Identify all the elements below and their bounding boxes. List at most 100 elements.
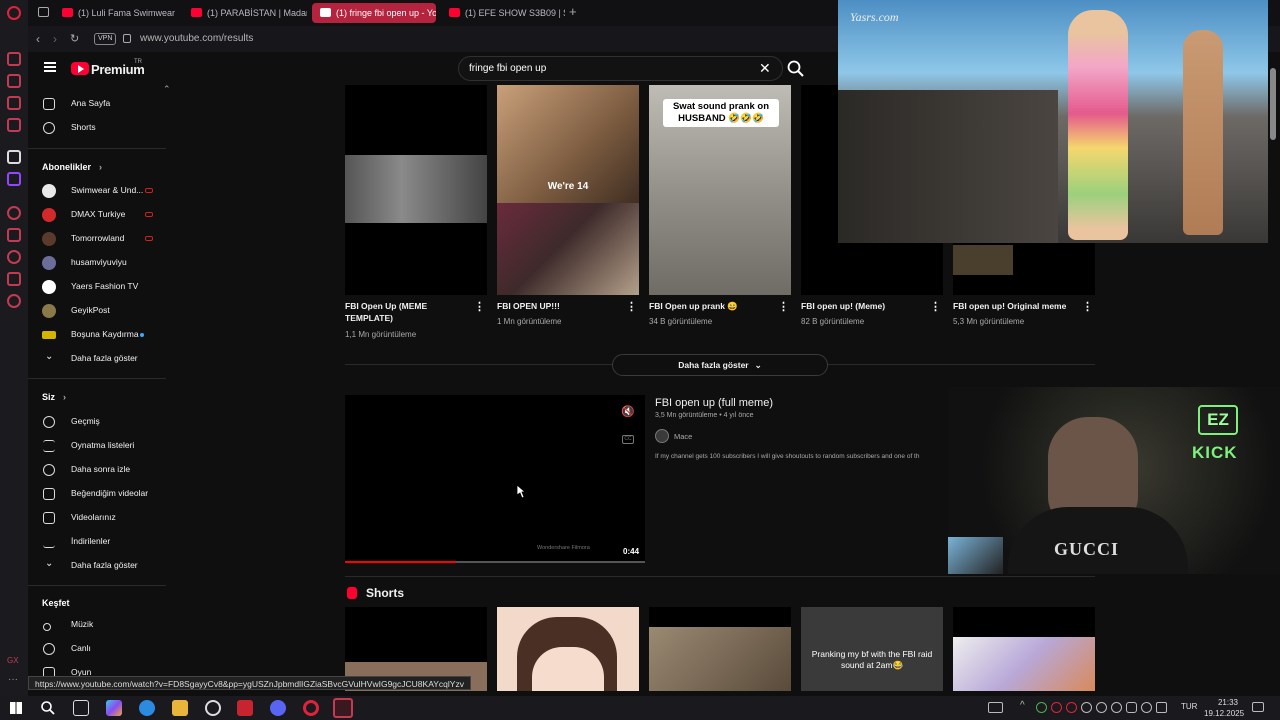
youtube-logo-icon[interactable] <box>71 62 89 75</box>
url-field[interactable]: www.youtube.com/results <box>140 33 253 44</box>
captions-icon[interactable]: CC <box>622 435 634 444</box>
tab-1[interactable]: (1) Luli Fama Swimwear F... <box>54 3 178 23</box>
video-title[interactable]: FBI open up (full meme) <box>655 397 773 409</box>
sidebar-sub-swimwear[interactable]: Swimwear & Und... <box>28 180 166 202</box>
task-view-icon[interactable] <box>73 700 89 716</box>
shorts-thumbnail-4[interactable]: Pranking my bf with the FBI raid sound a… <box>801 607 943 691</box>
lock-icon[interactable] <box>123 34 131 43</box>
app-tray-icon[interactable] <box>1111 702 1122 713</box>
sidebar-item-liked[interactable]: Beğendiğim videolar <box>28 483 166 505</box>
volume-icon[interactable] <box>1156 702 1167 713</box>
windows-start-icon[interactable] <box>10 702 22 714</box>
sidebar-item-live[interactable]: Canlı <box>28 638 166 660</box>
opera-gx-icon[interactable] <box>333 698 353 718</box>
forward-icon[interactable]: › <box>53 32 57 46</box>
sidebar-item-gaming[interactable]: Oyun <box>28 662 166 676</box>
more-dots-icon[interactable]: ··· <box>8 674 18 685</box>
channel-avatar[interactable] <box>655 429 669 443</box>
search-icon[interactable] <box>40 700 56 716</box>
short-thumbnail-2[interactable]: We're 14 <box>497 85 639 295</box>
search-icon[interactable] <box>786 59 806 79</box>
subscriptions-heading[interactable]: Abonelikler › <box>42 162 102 172</box>
player-icon[interactable] <box>7 150 21 164</box>
short-title-3[interactable]: FBI Open up prank 😄 <box>649 300 774 312</box>
tray-chevron-icon[interactable]: ^ <box>1020 700 1025 711</box>
tab-4[interactable]: (1) EFE SHOW S3B09 | $A <box>441 3 565 23</box>
short-title-2[interactable]: FBI OPEN UP!!! <box>497 300 622 312</box>
sidebar-sub-tomorrowland[interactable]: Tomorrowland <box>28 228 166 250</box>
obs-icon[interactable] <box>205 700 221 716</box>
more-options-icon[interactable]: ⋮ <box>930 302 941 317</box>
clock[interactable]: 21:33 19.12.2025 <box>1204 697 1244 719</box>
short-title-1[interactable]: FBI Open Up (MEME TEMPLATE) <box>345 300 470 324</box>
pip-video-runway[interactable]: Yasrs.com <box>838 0 1268 243</box>
shorts-thumbnail-2[interactable] <box>497 607 639 691</box>
opera-icon[interactable] <box>303 700 319 716</box>
notification-icon[interactable] <box>1252 702 1264 712</box>
opera-logo-icon[interactable] <box>7 6 21 20</box>
shorts-thumbnail-3[interactable] <box>649 607 791 691</box>
vpn-badge[interactable]: VPN <box>94 33 117 45</box>
voice-app-icon[interactable] <box>237 700 253 716</box>
discord-icon[interactable] <box>270 700 286 716</box>
sidebar-item-music[interactable]: Müzik <box>28 614 166 636</box>
shorts-thumbnail-5[interactable] <box>953 607 1095 691</box>
sidebar-you-more[interactable]: ⌄ Daha fazla göster <box>28 555 166 577</box>
tab-2[interactable]: (1) PARABİSTAN | Madara <box>183 3 307 23</box>
sidebar-subs-more[interactable]: ⌄ Daha fazla göster <box>28 348 166 370</box>
tab-3-active[interactable]: (1) fringe fbi open up - Yo <box>312 3 436 23</box>
instagram-icon[interactable] <box>7 118 21 132</box>
aria-icon[interactable] <box>7 52 21 66</box>
scrollbar-thumb[interactable] <box>1270 68 1276 140</box>
twitch-icon[interactable] <box>7 172 21 186</box>
sidebar-item-watch-later[interactable]: Daha sonra izle <box>28 459 166 481</box>
clock-icon[interactable] <box>7 250 21 264</box>
more-options-icon[interactable]: ⋮ <box>474 302 485 317</box>
sidebar-sub-geyikpost[interactable]: GeyikPost <box>28 300 166 322</box>
bookmarks-icon[interactable] <box>7 228 21 242</box>
network-tray-icon[interactable] <box>1141 702 1152 713</box>
progress-track[interactable] <box>345 561 645 563</box>
more-options-icon[interactable]: ⋮ <box>626 302 637 317</box>
more-options-icon[interactable]: ⋮ <box>778 302 789 317</box>
settings-tray-icon[interactable] <box>1096 702 1107 713</box>
sidebar-sub-dmax[interactable]: DMAX Turkiye <box>28 204 166 226</box>
tab-menu-icon[interactable] <box>38 7 49 17</box>
reload-icon[interactable]: ↻ <box>70 32 79 45</box>
mute-icon[interactable]: 🔇 <box>621 406 635 418</box>
mic-tray-icon[interactable] <box>1126 702 1137 713</box>
sidebar-sub-bosuna[interactable]: Boşuna Kaydırma <box>28 324 166 346</box>
sidebar-item-downloads[interactable]: İndirilenler <box>28 531 166 553</box>
search-input[interactable]: fringe fbi open up ✕ <box>458 56 783 81</box>
short-title-4[interactable]: FBI open up! (Meme) <box>801 300 926 312</box>
edge-icon[interactable] <box>139 700 155 716</box>
channel-name[interactable]: Mace <box>674 432 692 441</box>
sidebar-item-history[interactable]: Geçmiş <box>28 411 166 433</box>
you-heading[interactable]: Siz › <box>42 392 66 402</box>
sidebar-item-home[interactable]: Ana Sayfa <box>28 93 166 115</box>
extensions-icon[interactable] <box>7 272 21 286</box>
copilot-icon[interactable] <box>106 700 122 716</box>
short-thumbnail-3[interactable]: Swat sound prank on HUSBAND 🤣🤣🤣 <box>649 85 791 295</box>
input-language[interactable]: TUR <box>1181 702 1197 711</box>
back-icon[interactable]: ‹ <box>36 32 40 46</box>
keyboard-icon[interactable] <box>988 702 1003 713</box>
new-tab-button[interactable]: + <box>569 4 577 19</box>
cloud-tray-icon[interactable] <box>1081 702 1092 713</box>
sidebar-sub-yaers[interactable]: Yaers Fashion TV <box>28 276 166 298</box>
opera-tray-icon[interactable] <box>1066 702 1077 713</box>
clear-search-icon[interactable]: ✕ <box>759 61 771 75</box>
workspace-icon[interactable] <box>7 74 21 88</box>
hamburger-menu-icon[interactable] <box>44 62 56 72</box>
sidebar-item-playlists[interactable]: Oynatma listeleri <box>28 435 166 457</box>
antivirus-tray-icon[interactable] <box>1051 702 1062 713</box>
messenger-icon[interactable] <box>7 96 21 110</box>
file-explorer-icon[interactable] <box>172 700 188 716</box>
sidebar-item-shorts[interactable]: Shorts <box>28 117 166 139</box>
show-more-button[interactable]: Daha fazla göster ⌄ <box>612 354 828 376</box>
sidebar-item-your-videos[interactable]: Videolarınız <box>28 507 166 529</box>
short-title-5[interactable]: FBI open up! Original meme <box>953 300 1078 312</box>
settings-icon[interactable] <box>7 294 21 308</box>
short-thumbnail-1[interactable] <box>345 85 487 295</box>
history-icon[interactable] <box>7 206 21 220</box>
